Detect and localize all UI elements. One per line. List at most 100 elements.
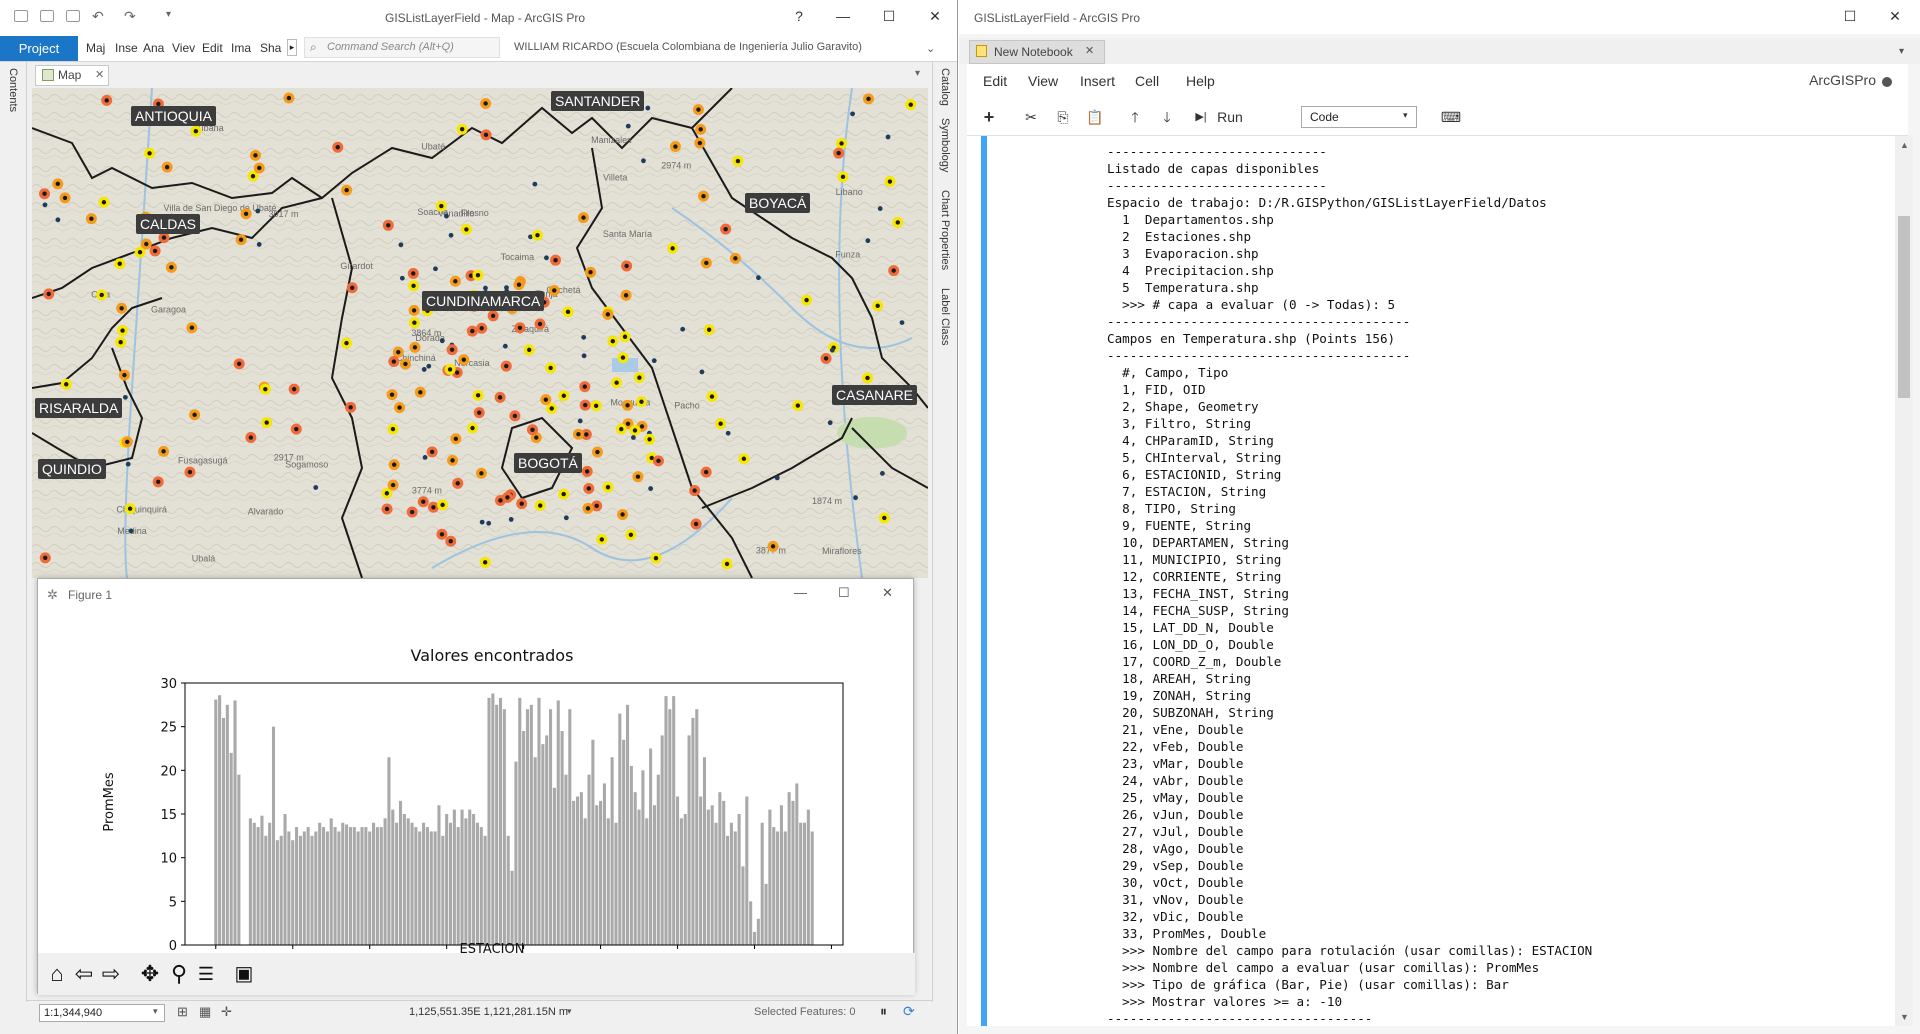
redo-icon[interactable]: ↷ bbox=[124, 8, 136, 25]
chart-bar bbox=[706, 809, 710, 945]
station-point-core bbox=[635, 474, 641, 479]
station-point-core bbox=[344, 187, 349, 193]
tab-view[interactable]: Viev bbox=[172, 41, 195, 55]
chart-bar bbox=[425, 827, 429, 945]
crosshair-icon[interactable]: ✛ bbox=[221, 1004, 232, 1020]
cut-icon[interactable]: ✂ bbox=[1019, 106, 1043, 128]
tab-list-icon[interactable]: ▾ bbox=[915, 68, 920, 79]
station-point-core bbox=[250, 173, 256, 179]
close-button[interactable]: ✕ bbox=[924, 6, 946, 26]
scroll-down-icon[interactable]: ▼ bbox=[1900, 1012, 1909, 1022]
move-down-icon[interactable]: 🡓 bbox=[1155, 106, 1179, 128]
collapse-ribbon-icon[interactable]: ⌄ bbox=[926, 42, 935, 55]
save-icon[interactable]: ▣ bbox=[229, 959, 259, 989]
notebook-tab-list-icon[interactable]: ▾ bbox=[1899, 46, 1904, 57]
chart-bar bbox=[649, 748, 653, 945]
station-point-core bbox=[614, 380, 619, 385]
station-point-core bbox=[448, 538, 453, 544]
home-icon[interactable]: ⌂ bbox=[42, 959, 72, 989]
tab-analysis[interactable]: Ana bbox=[143, 41, 164, 55]
figure-maximize-button[interactable]: ☐ bbox=[838, 585, 850, 601]
run-icon[interactable]: ▶| bbox=[1193, 106, 1209, 128]
undo-icon[interactable]: ↶ bbox=[92, 8, 104, 25]
symbology-pane-tab[interactable]: Symbology bbox=[939, 118, 951, 172]
run-button[interactable]: Run bbox=[1215, 106, 1245, 128]
move-up-icon[interactable]: 🡑 bbox=[1123, 106, 1147, 128]
place-name-label: Fusagasugá bbox=[178, 456, 228, 466]
zoom-icon[interactable]: ⚲ bbox=[164, 959, 194, 989]
pan-icon[interactable]: ✥ bbox=[135, 959, 165, 989]
menu-insert[interactable]: Insert bbox=[1080, 73, 1115, 89]
figure-minimize-button[interactable]: — bbox=[794, 585, 807, 600]
back-icon[interactable]: ⇦ bbox=[69, 959, 99, 989]
scrollbar-thumb[interactable] bbox=[1898, 216, 1910, 398]
chart-bar bbox=[302, 831, 306, 945]
grid-icon[interactable]: ⊞ bbox=[177, 1004, 188, 1020]
menu-cell[interactable]: Cell bbox=[1135, 73, 1159, 89]
scale-selector[interactable]: 1:1,344,940 bbox=[39, 1004, 165, 1022]
station-point bbox=[486, 520, 492, 526]
station-point-core bbox=[46, 291, 51, 297]
close-map-tab-icon[interactable]: ✕ bbox=[95, 68, 104, 81]
copy-icon[interactable]: ⎘ bbox=[1051, 106, 1075, 128]
output-line: 30, vOct, Double bbox=[1107, 875, 1244, 890]
help-button[interactable]: ? bbox=[788, 6, 810, 26]
project-tab[interactable]: Project bbox=[0, 36, 78, 61]
menu-help[interactable]: Help bbox=[1186, 73, 1215, 89]
scroll-up-icon[interactable]: ▲ bbox=[1900, 140, 1909, 150]
pause-drawing-icon[interactable]: ⏸ bbox=[880, 1003, 887, 1020]
chart-bar bbox=[368, 831, 372, 945]
more-tabs-icon[interactable]: ▸ bbox=[287, 39, 297, 56]
tab-imagery[interactable]: Ima bbox=[231, 41, 251, 55]
chart-properties-pane-tab[interactable]: Chart Properties bbox=[939, 190, 951, 270]
label-class-pane-tab[interactable]: Label Class bbox=[939, 288, 951, 345]
menu-edit[interactable]: Edit bbox=[983, 73, 1007, 89]
notebook-close-button[interactable]: ✕ bbox=[1884, 6, 1906, 26]
insert-cell-icon[interactable]: + bbox=[979, 106, 999, 128]
minimize-button[interactable]: — bbox=[832, 6, 854, 26]
forward-icon[interactable]: ⇨ bbox=[96, 959, 126, 989]
tab-insert[interactable]: Inse bbox=[115, 41, 138, 55]
open-project-icon[interactable] bbox=[40, 10, 54, 22]
tab-share[interactable]: Sha bbox=[260, 41, 281, 55]
customize-quick-access-icon[interactable]: ▾ bbox=[166, 9, 171, 20]
place-name-label: Villeta bbox=[603, 173, 627, 183]
station-point-core bbox=[62, 195, 68, 201]
close-notebook-tab-icon[interactable]: ✕ bbox=[1085, 44, 1094, 57]
chart-bar bbox=[321, 827, 326, 945]
tab-map[interactable]: Maj bbox=[86, 41, 105, 55]
refresh-icon[interactable]: ⟳ bbox=[903, 1003, 915, 1020]
station-point-core bbox=[253, 153, 258, 158]
output-line: 7, ESTACION, String bbox=[1107, 484, 1267, 499]
user-account[interactable]: WILLIAM RICARDO (Escuela Colombiana de I… bbox=[514, 41, 862, 53]
output-line: 12, CORRIENTE, String bbox=[1107, 569, 1282, 584]
configure-icon[interactable]: ☰ bbox=[191, 959, 221, 989]
paste-icon[interactable]: 📋 bbox=[1083, 106, 1107, 128]
contents-pane-tab[interactable]: Contents bbox=[7, 68, 19, 112]
command-search-input[interactable]: Command Search (Alt+Q) bbox=[304, 37, 500, 58]
new-project-icon[interactable] bbox=[14, 10, 28, 22]
keyboard-icon[interactable]: ⌨ bbox=[1439, 106, 1463, 128]
station-point bbox=[42, 202, 48, 208]
station-point bbox=[899, 320, 905, 326]
catalog-pane-tab[interactable]: Catalog bbox=[939, 68, 951, 106]
chart-bar bbox=[214, 699, 218, 945]
table-icon[interactable]: ▦ bbox=[199, 1004, 211, 1020]
notebook-scrollbar[interactable]: ▲ ▼ bbox=[1895, 136, 1913, 1026]
cell-type-dropdown-icon[interactable]: ▾ bbox=[1403, 110, 1408, 121]
figure-close-button[interactable]: ✕ bbox=[882, 585, 893, 601]
station-point bbox=[255, 208, 261, 214]
map-view[interactable]: NorcasiaAguadasDoradaChiquinquiráTunjaSo… bbox=[32, 88, 928, 578]
maximize-button[interactable]: ☐ bbox=[878, 6, 900, 26]
map-canvas[interactable]: NorcasiaAguadasDoradaChiquinquiráTunjaSo… bbox=[32, 88, 928, 578]
tab-edit[interactable]: Edit bbox=[202, 41, 223, 55]
output-line: 4, CHParamID, String bbox=[1107, 433, 1274, 448]
matplotlib-icon: ✲ bbox=[47, 587, 58, 602]
coordinate-units-dropdown-icon[interactable]: ▾ bbox=[567, 1006, 572, 1017]
cell-type-select[interactable]: Code bbox=[1301, 106, 1417, 128]
save-project-icon[interactable] bbox=[66, 10, 80, 22]
scale-dropdown-icon[interactable]: ▾ bbox=[153, 1006, 158, 1017]
chart-bar bbox=[456, 827, 460, 945]
notebook-maximize-button[interactable]: ☐ bbox=[1839, 6, 1861, 26]
menu-view[interactable]: View bbox=[1028, 73, 1058, 89]
